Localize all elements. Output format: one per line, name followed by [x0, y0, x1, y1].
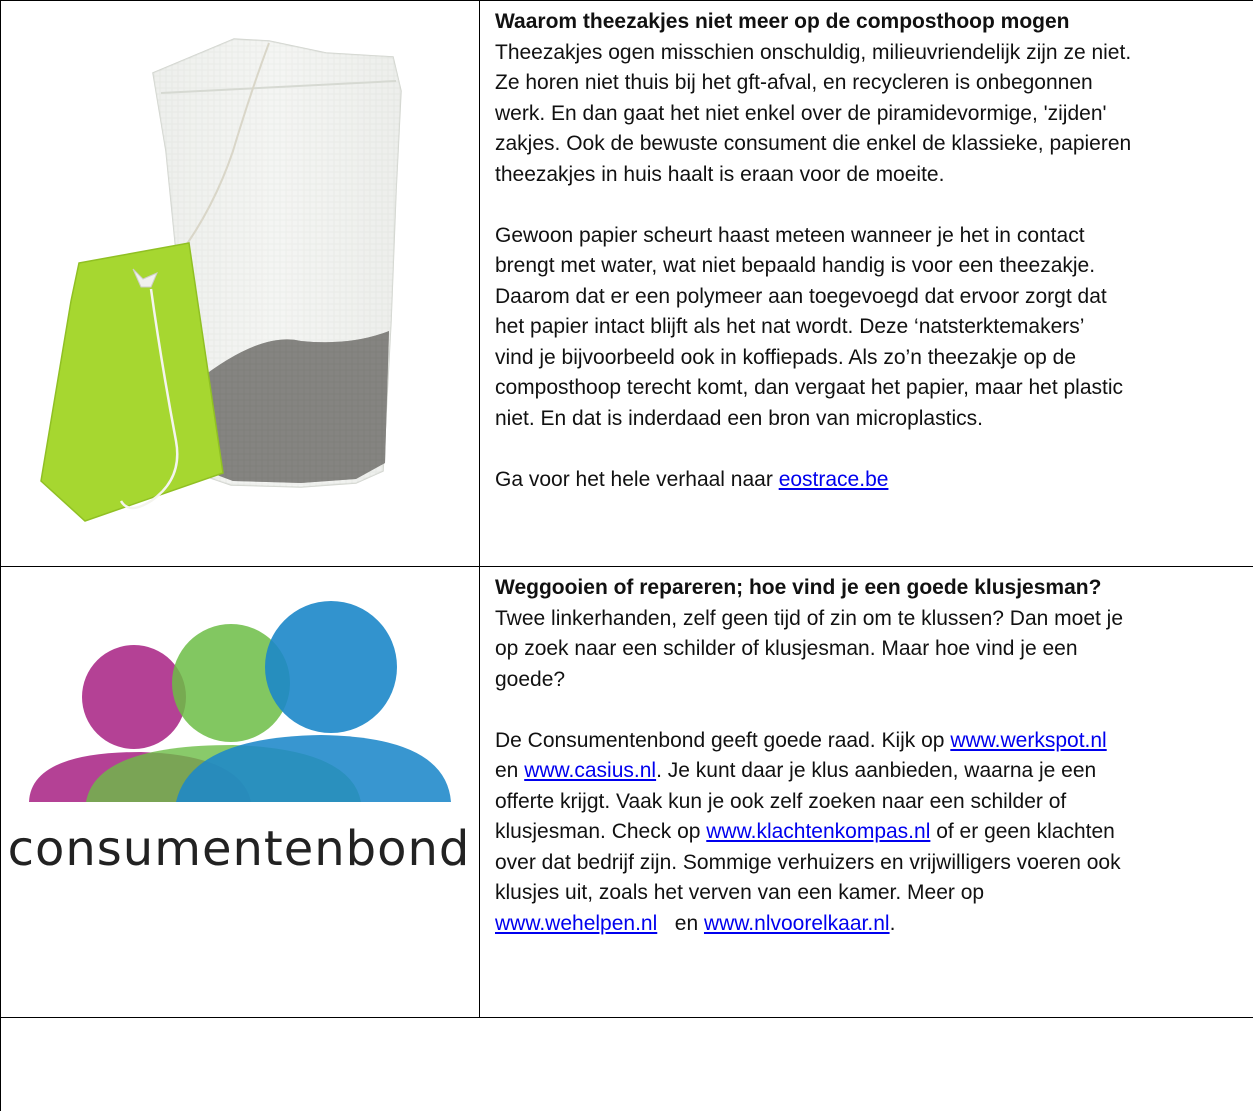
article-klusjesman-line: over dat bedrijf zijn. Sommige verhuizer…	[495, 850, 1121, 874]
article-klusjesman-line: op zoek naar een schilder of klusjesman.…	[495, 637, 1078, 660]
text-run: .	[889, 911, 896, 935]
article-theezakjes: Waarom theezakjes niet meer op de compos…	[495, 7, 1251, 495]
consumentenbond-logo-cell: consumentenbond	[1, 567, 479, 1017]
article-klusjesman-line: goede?	[495, 667, 566, 691]
text-run: klusjesman. Check op	[495, 820, 707, 843]
article-klusjesman-line: www.wehelpen.nl en www.nlvoorelkaar.nl.	[495, 909, 1251, 940]
article-klusjesman-line: De Consumentenbond geeft goede raad. Kij…	[495, 726, 1251, 757]
casius-link[interactable]: www.casius.nl	[524, 759, 656, 782]
article-theezakjes-line: vind je bijvoorbeeld ook in koffiepads. …	[495, 345, 1076, 369]
wehelpen-link[interactable]: www.wehelpen.nl	[495, 912, 657, 935]
eostrace-link[interactable]: eostrace.be	[779, 468, 889, 491]
article-klusjesman-line: offerte krijgt. Vaak kun je ook zelf zoe…	[495, 789, 1067, 813]
text-run: of er geen klachten	[930, 820, 1115, 843]
text-run: . Je kunt daar je klus aanbieden, waarna…	[656, 759, 1097, 782]
article-theezakjes-line: brengt met water, wat niet bepaald handi…	[495, 254, 1096, 277]
article-theezakjes-source: Ga voor het hele verhaal naar eostrace.b…	[495, 465, 1251, 496]
text-run: De Consumentenbond geeft goede raad. Kij…	[495, 728, 951, 752]
article-theezakjes-line: Ze horen niet thuis bij het gft-afval, e…	[495, 71, 1093, 94]
article-theezakjes-line: theezakjes in huis haalt is eraan voor d…	[495, 162, 945, 186]
article-theezakjes-title: Waarom theezakjes niet meer op de compos…	[495, 10, 1070, 33]
article-klusjesman-line: Twee linkerhanden, zelf geen tijd of zin…	[495, 606, 1124, 630]
article-klusjesman-title: Weggooien of repareren; hoe vind je een …	[495, 576, 1102, 599]
source-prefix: Ga voor het hele verhaal naar	[495, 467, 779, 491]
article-theezakjes-line: niet. En dat is inderdaad een bron van m…	[495, 406, 983, 430]
article-theezakjes-line: composthoop terecht komt, dan vergaat he…	[495, 376, 1124, 399]
consumentenbond-logo: consumentenbond	[8, 601, 471, 877]
article-klusjesman-line: klusjes uit, zoals het verven van een ka…	[495, 881, 985, 904]
article-klusjesman-line: en www.casius.nl. Je kunt daar je klus a…	[495, 756, 1251, 787]
klachtenkompas-link[interactable]: www.klachtenkompas.nl	[706, 820, 930, 843]
article-theezakjes-line: Theezakjes ogen misschien onschuldig, mi…	[495, 40, 1132, 64]
article-klusjesman-line: klusjesman. Check op www.klachtenkompas.…	[495, 817, 1251, 848]
nlvoorelkaar-link[interactable]: www.nlvoorelkaar.nl	[704, 912, 890, 935]
text-run: en	[495, 759, 525, 782]
article-klusjesman: Weggooien of repareren; hoe vind je een …	[495, 573, 1251, 939]
werkspot-link[interactable]: www.werkspot.nl	[950, 729, 1106, 752]
text-run: en	[657, 911, 704, 935]
article-theezakjes-line: Gewoon papier scheurt haast meteen wanne…	[495, 223, 1085, 247]
table-border-middle	[479, 0, 480, 1017]
logo-wordmark: consumentenbond	[8, 821, 471, 877]
article-theezakjes-line: Daarom dat er een polymeer aan toegevoeg…	[495, 284, 1107, 308]
tea-bag-image-cell	[1, 1, 479, 566]
tea-bag-image	[40, 38, 402, 522]
tea-tag	[40, 242, 224, 522]
article-theezakjes-line: het papier intact blijft als het nat wor…	[495, 315, 1085, 338]
article-theezakjes-line: werk. En dan gaat het niet enkel over de…	[495, 101, 1107, 125]
empty-table-row	[1, 1018, 1253, 1111]
article-theezakjes-line: zakjes. Ook de bewuste consument die enk…	[495, 132, 1132, 155]
